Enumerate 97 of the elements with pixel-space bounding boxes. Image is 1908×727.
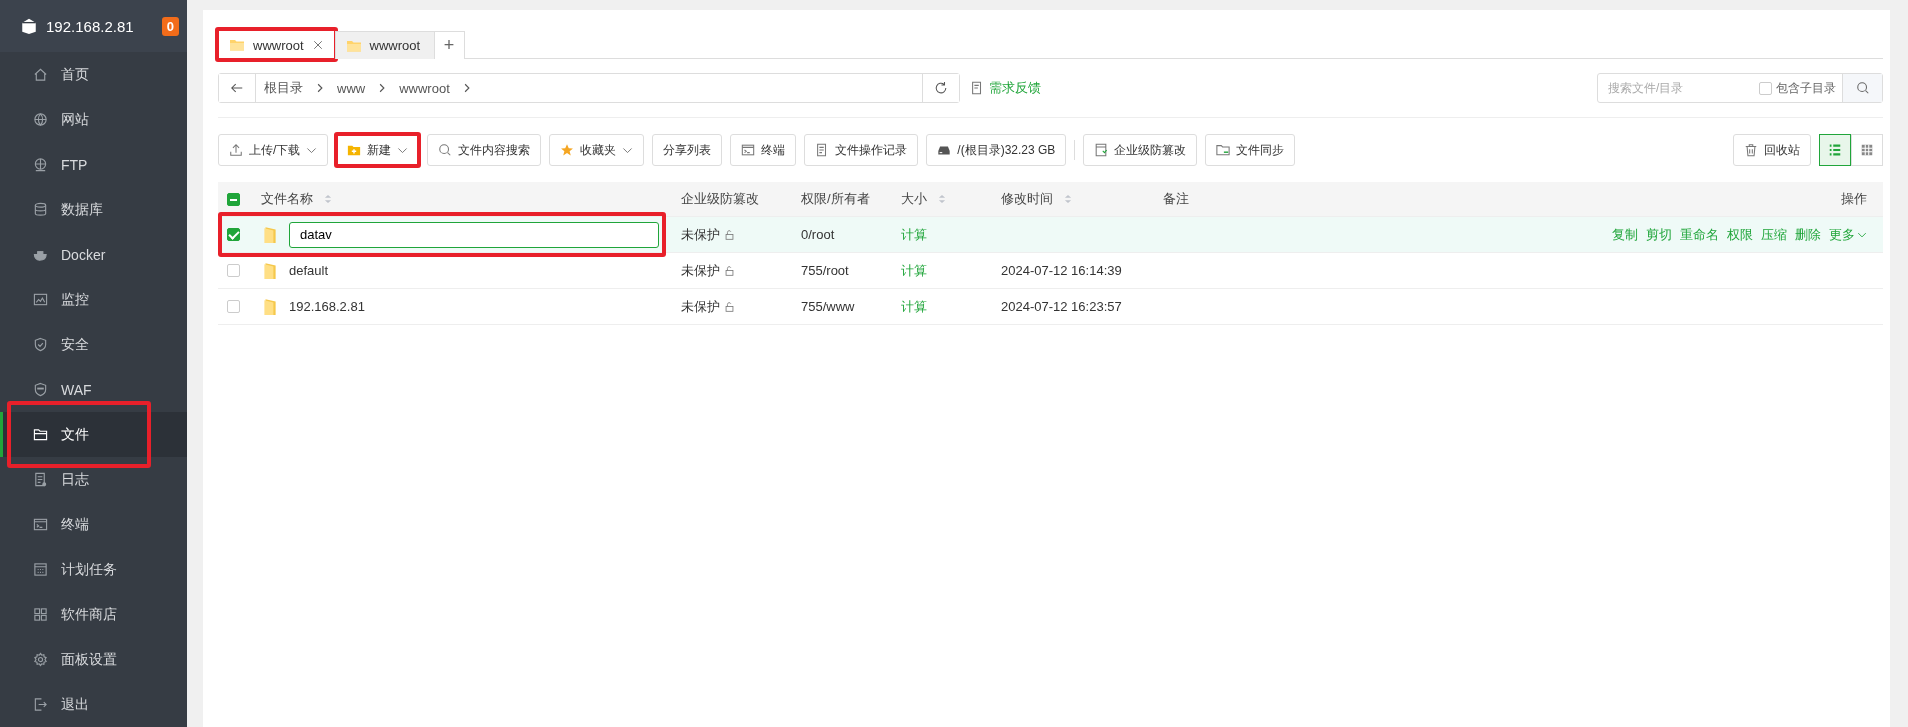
column-header: 文件名称 [261, 190, 313, 208]
document-icon [33, 472, 48, 487]
toolbar-button[interactable]: 文件内容搜索 [427, 134, 542, 166]
breadcrumb-link[interactable]: www [337, 80, 366, 96]
toolbar-button[interactable]: 文件同步 [1205, 134, 1296, 166]
search-button[interactable] [1842, 74, 1882, 102]
filename-input[interactable]: datav [289, 221, 659, 248]
toolbar-button[interactable]: 企业级防篡改 [1083, 134, 1198, 166]
monitor-chart-icon [33, 292, 48, 307]
checkbox-label: 包含子目录 [1776, 79, 1836, 97]
sidebar-item[interactable]: Docker [0, 232, 187, 277]
shield-document-icon [1094, 143, 1109, 157]
modified-time: 2024-07-12 16:23:57 [1001, 299, 1122, 314]
unlock-icon [724, 265, 735, 276]
calendar-icon [33, 562, 48, 577]
upload-icon [229, 143, 243, 157]
close-icon [311, 39, 324, 51]
sidebar-item[interactable]: 安全 [0, 322, 187, 367]
sort-icon [937, 192, 947, 206]
tab[interactable]: wwwroot [334, 31, 435, 59]
grid-view-icon [1860, 143, 1874, 157]
protection-status: 未保护 [681, 297, 720, 316]
arrow-left-icon [230, 81, 244, 95]
permission-owner: 755/root [801, 263, 849, 278]
column-header: 操作 [1841, 190, 1867, 208]
star-icon [560, 143, 575, 157]
database-icon [33, 202, 48, 217]
search-icon [438, 143, 453, 157]
shield-icon [33, 337, 48, 352]
search-icon [1855, 81, 1870, 95]
unlock-icon [724, 301, 735, 312]
column-header: 企业级防篡改 [681, 190, 759, 208]
trash-icon [1744, 143, 1758, 157]
file-name[interactable]: 192.168.2.81 [289, 299, 365, 314]
toolbar-button[interactable]: /(根目录)32.23 GB [926, 134, 1067, 166]
permission-owner: 755/www [801, 299, 855, 314]
toolbar-button[interactable]: 文件操作记录 [804, 134, 919, 166]
grid-icon [33, 607, 48, 622]
column-header: 修改时间 [1001, 190, 1053, 208]
sidebar-item[interactable]: 计划任务 [0, 547, 187, 592]
host-address: 192.168.2.81 [46, 17, 135, 35]
edit-note-icon [970, 81, 984, 95]
column-header: 权限/所有者 [801, 190, 870, 208]
sidebar-item[interactable]: 文件 [0, 412, 187, 457]
folder-icon [229, 37, 245, 53]
refresh-button[interactable] [922, 74, 959, 102]
server-logo-icon [20, 17, 38, 35]
shield-icon [33, 382, 48, 397]
list-view-icon [1828, 143, 1842, 157]
folder-plus-icon [347, 143, 362, 157]
toolbar-button[interactable]: 收藏夹 [549, 134, 645, 166]
chevron-right-icon [315, 83, 325, 93]
refresh-icon [934, 81, 948, 95]
toolbar-button[interactable]: 终端 [730, 134, 797, 166]
toolbar-button[interactable]: 上传/下载 [218, 134, 329, 166]
folder-icon [33, 427, 48, 442]
protection-status: 未保护 [681, 261, 720, 280]
sidebar-item[interactable]: 网站 [0, 97, 187, 142]
protection-status: 未保护 [681, 225, 720, 244]
row-checkbox[interactable] [227, 300, 240, 313]
globe-icon [33, 157, 48, 172]
sidebar-item[interactable]: 日志 [0, 457, 187, 502]
view-mode-button[interactable] [1819, 134, 1851, 166]
sidebar-item[interactable]: 数据库 [0, 187, 187, 232]
column-header: 备注 [1163, 190, 1189, 208]
row-checkbox[interactable] [227, 264, 240, 277]
file-name[interactable]: default [289, 263, 329, 278]
sort-icon [1063, 192, 1073, 206]
breadcrumb-link[interactable]: wwwroot [399, 80, 450, 96]
unlock-icon [724, 229, 735, 240]
settings-icon [33, 652, 48, 667]
sidebar-item[interactable]: 退出 [0, 682, 187, 727]
breadcrumb-link[interactable]: 根目录 [264, 79, 303, 97]
toolbar-button[interactable]: 分享列表 [652, 134, 723, 166]
select-all-checkbox[interactable] [227, 192, 240, 206]
sidebar-item[interactable]: 软件商店 [0, 592, 187, 637]
sidebar-item[interactable]: 终端 [0, 502, 187, 547]
logout-icon [33, 697, 48, 712]
sidebar-item[interactable]: FTP [0, 142, 187, 187]
sidebar-item[interactable]: 面板设置 [0, 637, 187, 682]
sidebar-item[interactable]: WAF [0, 367, 187, 412]
terminal-icon [33, 517, 48, 532]
row-checkbox[interactable] [227, 228, 240, 241]
globe-icon [33, 112, 48, 127]
folder-sync-icon [1216, 143, 1231, 157]
home-icon [33, 67, 48, 82]
column-header: 大小 [901, 190, 927, 208]
back-button[interactable] [219, 74, 256, 102]
recycle-bin-button[interactable]: 回收站 [1733, 134, 1811, 166]
permission-owner: 0/root [801, 227, 835, 242]
sidebar-item[interactable]: 监控 [0, 277, 187, 322]
add-tab-button[interactable]: + [434, 31, 465, 59]
checkbox[interactable] [1759, 81, 1772, 95]
sidebar-item[interactable]: 首页 [0, 52, 187, 97]
sort-icon [323, 192, 333, 206]
terminal-icon [741, 143, 756, 157]
modified-time: 2024-07-12 16:14:39 [1001, 263, 1122, 278]
